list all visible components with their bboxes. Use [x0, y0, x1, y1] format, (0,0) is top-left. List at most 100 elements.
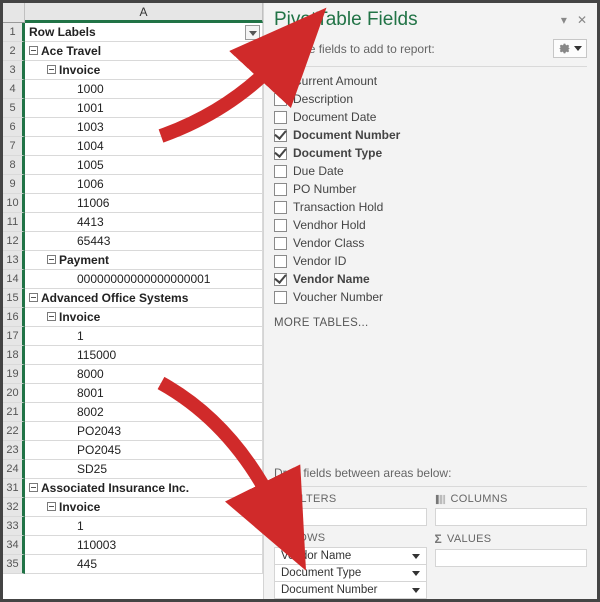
row-header[interactable]: 8: [3, 156, 25, 175]
chevron-down-icon[interactable]: [412, 588, 420, 593]
cell[interactable]: 8002: [25, 403, 263, 422]
cell[interactable]: 1: [25, 327, 263, 346]
row-header[interactable]: 4: [3, 80, 25, 99]
rows-area-item[interactable]: Document Type: [274, 565, 427, 582]
row-header[interactable]: 20: [3, 384, 25, 403]
field-checkbox[interactable]: [274, 201, 287, 214]
field-item[interactable]: Vendor Name: [274, 271, 587, 287]
cell[interactable]: PO2045: [25, 441, 263, 460]
field-checkbox[interactable]: [274, 93, 287, 106]
field-item[interactable]: Vendhor Hold: [274, 217, 587, 233]
filters-area[interactable]: FILTERS: [274, 493, 427, 526]
cell[interactable]: 8000: [25, 365, 263, 384]
field-item[interactable]: Document Date: [274, 109, 587, 125]
cell[interactable]: Invoice: [25, 308, 263, 327]
collapse-icon[interactable]: [29, 293, 38, 302]
collapse-icon[interactable]: [47, 255, 56, 264]
field-item[interactable]: Current Amount: [274, 73, 587, 89]
cell[interactable]: 1005: [25, 156, 263, 175]
cell[interactable]: 4413: [25, 213, 263, 232]
row-header[interactable]: 9: [3, 175, 25, 194]
field-item[interactable]: Document Number: [274, 127, 587, 143]
cell[interactable]: 1001: [25, 99, 263, 118]
cell[interactable]: 1003: [25, 118, 263, 137]
cell[interactable]: Payment: [25, 251, 263, 270]
field-checkbox[interactable]: [274, 183, 287, 196]
row-header[interactable]: 10: [3, 194, 25, 213]
row-header[interactable]: 35: [3, 555, 25, 574]
columns-area[interactable]: COLUMNS: [435, 493, 588, 526]
collapse-icon[interactable]: [29, 483, 38, 492]
row-header[interactable]: 21: [3, 403, 25, 422]
row-header[interactable]: 14: [3, 270, 25, 289]
row-header[interactable]: 24: [3, 460, 25, 479]
row-header[interactable]: 17: [3, 327, 25, 346]
field-checkbox[interactable]: [274, 291, 287, 304]
cell[interactable]: Advanced Office Systems: [25, 289, 263, 308]
field-checkbox[interactable]: [274, 219, 287, 232]
row-header[interactable]: 19: [3, 365, 25, 384]
chevron-down-icon[interactable]: [412, 554, 420, 559]
field-item[interactable]: PO Number: [274, 181, 587, 197]
row-header[interactable]: 18: [3, 346, 25, 365]
row-header[interactable]: 22: [3, 422, 25, 441]
values-drop-zone[interactable]: [435, 549, 588, 567]
rows-area-item[interactable]: Document Number: [274, 582, 427, 599]
collapse-icon[interactable]: [29, 46, 38, 55]
more-tables-link[interactable]: MORE TABLES...: [274, 317, 587, 329]
select-all-corner[interactable]: [3, 3, 25, 23]
field-item[interactable]: Due Date: [274, 163, 587, 179]
field-item[interactable]: Document Type: [274, 145, 587, 161]
cell[interactable]: 1000: [25, 80, 263, 99]
row-labels-filter-button[interactable]: [245, 25, 260, 40]
column-header-A[interactable]: A: [25, 3, 263, 23]
row-header[interactable]: 5: [3, 99, 25, 118]
field-item[interactable]: Description: [274, 91, 587, 107]
cell[interactable]: Row Labels: [25, 23, 263, 42]
row-header[interactable]: 15: [3, 289, 25, 308]
row-header[interactable]: 2: [3, 42, 25, 61]
chevron-down-icon[interactable]: [412, 571, 420, 576]
rows-area-item[interactable]: Vendor Name: [274, 547, 427, 565]
row-header[interactable]: 31: [3, 479, 25, 498]
row-header[interactable]: 16: [3, 308, 25, 327]
close-icon[interactable]: ✕: [577, 13, 587, 27]
row-header[interactable]: 32: [3, 498, 25, 517]
field-item[interactable]: Voucher Number: [274, 289, 587, 305]
cell[interactable]: 00000000000000000001: [25, 270, 263, 289]
row-header[interactable]: 1: [3, 23, 25, 42]
cell[interactable]: 110003: [25, 536, 263, 555]
cell[interactable]: 8001: [25, 384, 263, 403]
field-checkbox[interactable]: [274, 129, 287, 142]
cell[interactable]: 1006: [25, 175, 263, 194]
cell[interactable]: 1: [25, 517, 263, 536]
filters-drop-zone[interactable]: [274, 508, 427, 526]
cell[interactable]: Invoice: [25, 498, 263, 517]
collapse-icon[interactable]: [47, 65, 56, 74]
field-checkbox[interactable]: [274, 273, 287, 286]
field-checkbox[interactable]: [274, 255, 287, 268]
field-item[interactable]: Vendor ID: [274, 253, 587, 269]
collapse-icon[interactable]: [47, 312, 56, 321]
columns-drop-zone[interactable]: [435, 508, 588, 526]
field-item[interactable]: Vendor Class: [274, 235, 587, 251]
field-checkbox[interactable]: [274, 147, 287, 160]
row-header[interactable]: 7: [3, 137, 25, 156]
row-header[interactable]: 3: [3, 61, 25, 80]
row-header[interactable]: 33: [3, 517, 25, 536]
cell[interactable]: Invoice: [25, 61, 263, 80]
cell[interactable]: Ace Travel: [25, 42, 263, 61]
cell[interactable]: PO2043: [25, 422, 263, 441]
cell[interactable]: SD25: [25, 460, 263, 479]
cell[interactable]: Associated Insurance Inc.: [25, 479, 263, 498]
collapse-icon[interactable]: [47, 502, 56, 511]
field-checkbox[interactable]: [274, 75, 287, 88]
row-header[interactable]: 11: [3, 213, 25, 232]
field-checkbox[interactable]: [274, 165, 287, 178]
field-checkbox[interactable]: [274, 111, 287, 124]
cell[interactable]: 445: [25, 555, 263, 574]
cell[interactable]: 11006: [25, 194, 263, 213]
row-header[interactable]: 13: [3, 251, 25, 270]
minimize-icon[interactable]: ▾: [561, 13, 567, 27]
field-checkbox[interactable]: [274, 237, 287, 250]
